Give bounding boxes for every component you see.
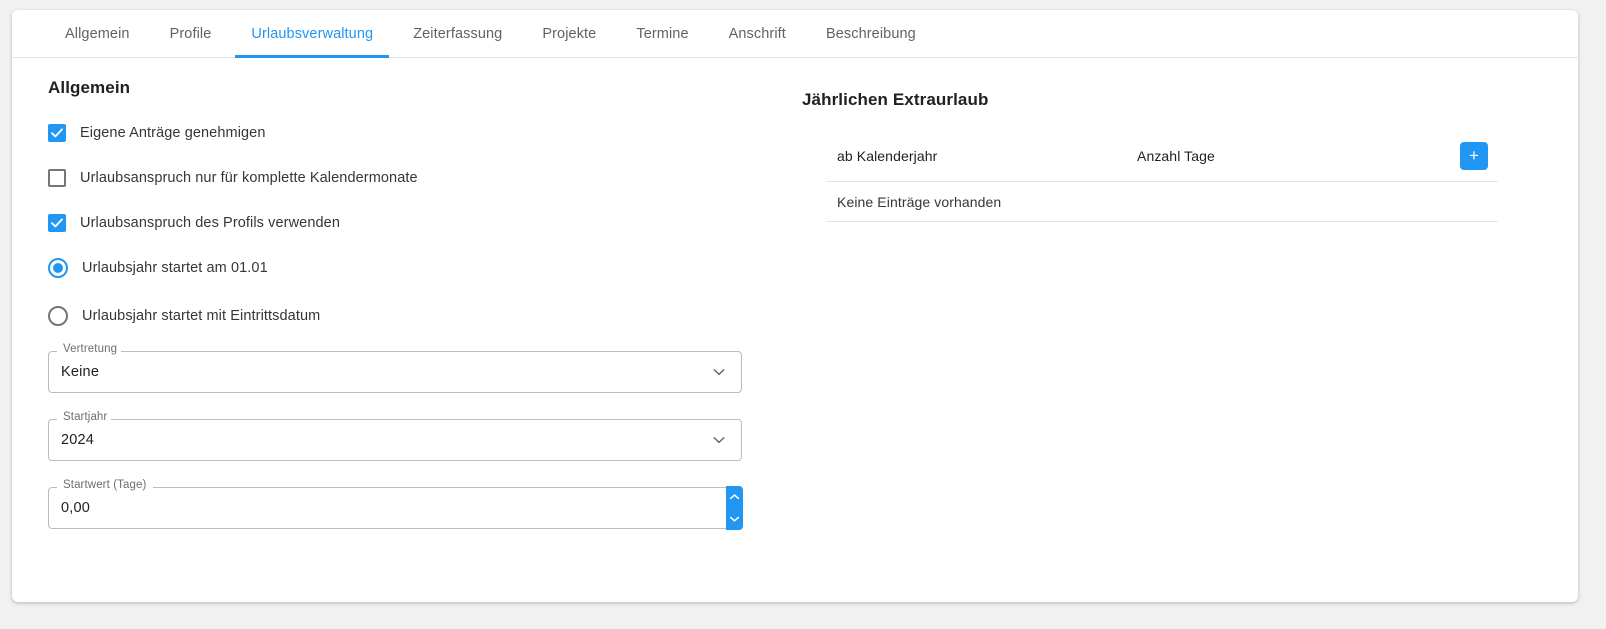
checkbox-label: Urlaubsanspruch des Profils verwenden bbox=[80, 215, 340, 231]
radio-row-urlaubsjahr-startet-eintrittsdatum[interactable]: Urlaubsjahr startet mit Eintrittsdatum bbox=[48, 303, 802, 329]
field-outline bbox=[48, 487, 742, 529]
extra-vacation-table: ab Kalenderjahr Anzahl Tage + Keine Eint… bbox=[826, 130, 1498, 222]
vertretung-value: Keine bbox=[61, 364, 100, 380]
tab-anschrift[interactable]: Anschrift bbox=[709, 10, 806, 57]
field-outline bbox=[48, 419, 742, 461]
radio-label: Urlaubsjahr startet mit Eintrittsdatum bbox=[82, 308, 321, 324]
field-outline bbox=[48, 351, 742, 393]
checkbox-row-urlaubsanspruch-komplette-kalendermonate[interactable]: Urlaubsanspruch nur für komplette Kalend… bbox=[48, 165, 802, 191]
checkbox-label: Eigene Anträge genehmigen bbox=[80, 125, 266, 141]
checkbox-row-eigene-antraege-genehmigen[interactable]: Eigene Anträge genehmigen bbox=[48, 120, 802, 146]
section-title-allgemein: Allgemein bbox=[48, 78, 131, 97]
checkbox-label: Urlaubsanspruch nur für komplette Kalend… bbox=[80, 170, 418, 186]
table-empty-row: Keine Einträge vorhanden bbox=[826, 182, 1498, 222]
tab-beschreibung[interactable]: Beschreibung bbox=[806, 10, 936, 57]
empty-state-text: Keine Einträge vorhanden bbox=[837, 193, 1002, 210]
chevron-down-icon[interactable] bbox=[711, 351, 727, 393]
vertretung-select[interactable]: Vertretung Keine bbox=[48, 343, 742, 393]
tab-panel-urlaubsverwaltung: Allgemein Eigene Anträge genehmigen Urla… bbox=[12, 58, 1578, 530]
extra-vacation-column: Jährlichen Extraurlaub ab Kalenderjahr A… bbox=[802, 58, 1578, 529]
checkbox-checked-icon[interactable] bbox=[48, 214, 66, 232]
tab-allgemein[interactable]: Allgemein bbox=[45, 10, 150, 57]
checkbox-checked-icon[interactable] bbox=[48, 124, 66, 142]
radio-row-urlaubsjahr-startet-0101[interactable]: Urlaubsjahr startet am 01.01 bbox=[48, 255, 802, 281]
column-header-ab-kalenderjahr: ab Kalenderjahr bbox=[837, 147, 938, 164]
tab-profile[interactable]: Profile bbox=[150, 10, 232, 57]
radio-unselected-icon[interactable] bbox=[48, 306, 68, 326]
page-root: Allgemein Profile Urlaubsverwaltung Zeit… bbox=[0, 0, 1606, 629]
tab-urlaubsverwaltung[interactable]: Urlaubsverwaltung bbox=[231, 10, 393, 58]
startwert-tage-input[interactable]: Startwert (Tage) 0,00 bbox=[48, 479, 743, 530]
startwert-value: 0,00 bbox=[61, 500, 91, 516]
section-title-jaehrlichen-extraurlaub: Jährlichen Extraurlaub bbox=[802, 90, 989, 109]
number-stepper[interactable] bbox=[726, 486, 743, 530]
tab-projekte[interactable]: Projekte bbox=[522, 10, 616, 57]
startjahr-value: 2024 bbox=[61, 432, 95, 448]
startjahr-select[interactable]: Startjahr 2024 bbox=[48, 411, 742, 461]
radio-label: Urlaubsjahr startet am 01.01 bbox=[82, 260, 268, 276]
radio-selected-icon[interactable] bbox=[48, 258, 68, 278]
stepper-up-icon bbox=[729, 494, 740, 500]
table-header-row: ab Kalenderjahr Anzahl Tage + bbox=[826, 130, 1498, 182]
settings-card: Allgemein Profile Urlaubsverwaltung Zeit… bbox=[12, 10, 1578, 602]
chevron-down-icon[interactable] bbox=[711, 419, 727, 461]
general-settings-column: Allgemein Eigene Anträge genehmigen Urla… bbox=[12, 58, 802, 530]
stepper-down-icon bbox=[729, 516, 740, 522]
add-entry-button[interactable]: + bbox=[1460, 141, 1488, 170]
tab-zeiterfassung[interactable]: Zeiterfassung bbox=[393, 10, 522, 57]
tab-termine[interactable]: Termine bbox=[616, 10, 708, 57]
checkbox-row-urlaubsanspruch-des-profils-verwenden[interactable]: Urlaubsanspruch des Profils verwenden bbox=[48, 210, 802, 236]
tab-bar: Allgemein Profile Urlaubsverwaltung Zeit… bbox=[12, 10, 1578, 58]
checkbox-unchecked-icon[interactable] bbox=[48, 169, 66, 187]
column-header-anzahl-tage: Anzahl Tage bbox=[1137, 147, 1215, 164]
